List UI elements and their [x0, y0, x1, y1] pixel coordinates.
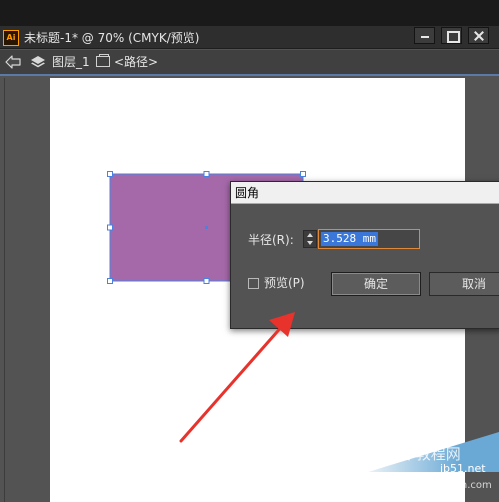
watermark-url: jiaocheng.chazidian.com — [368, 480, 492, 491]
preview-checkbox[interactable] — [248, 278, 259, 289]
radius-stepper[interactable] — [303, 230, 317, 248]
site-watermark: 查字典 教程网 jb51.net jiaocheng.chazidian.com — [360, 432, 499, 502]
radius-label: 半径(R): — [248, 233, 294, 247]
stepper-down-icon[interactable] — [307, 241, 313, 245]
handle-top-left[interactable] — [107, 171, 113, 177]
watermark-chinese-text: 查字典 教程网 — [366, 445, 461, 463]
center-point-marker — [205, 226, 208, 229]
radius-value-selected-text: 3.528 mm — [321, 232, 378, 246]
stepper-up-icon[interactable] — [307, 233, 313, 237]
round-corners-dialog: 圆角 半径(R): 3.528 mm 预览(P) 确定 取消 — [230, 181, 499, 329]
handle-top-right[interactable] — [300, 171, 306, 177]
radius-input[interactable]: 3.528 mm — [318, 229, 420, 249]
dialog-titlebar[interactable]: 圆角 — [231, 182, 499, 204]
ok-button[interactable]: 确定 — [331, 272, 421, 296]
handle-middle-left[interactable] — [107, 224, 113, 231]
handle-bottom-middle[interactable] — [203, 278, 210, 284]
handle-bottom-left[interactable] — [107, 278, 113, 284]
cancel-button[interactable]: 取消 — [429, 272, 499, 296]
watermark-site: jb51.net — [440, 462, 486, 475]
handle-top-middle[interactable] — [203, 171, 210, 177]
dialog-title: 圆角 — [235, 186, 260, 200]
preview-label[interactable]: 预览(P) — [264, 275, 305, 291]
